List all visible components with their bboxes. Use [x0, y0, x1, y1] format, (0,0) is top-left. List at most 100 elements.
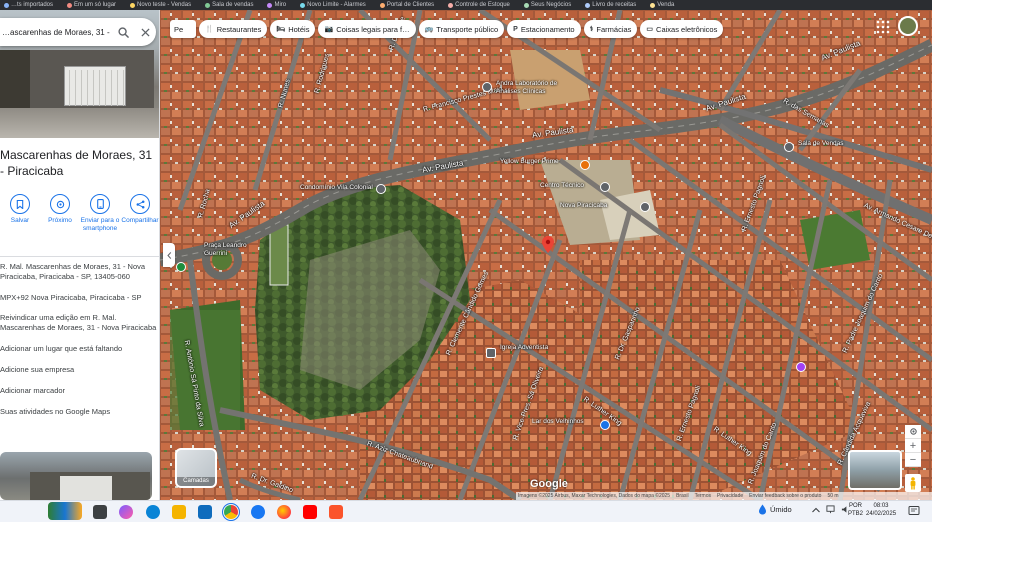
chip-label: Restaurantes — [216, 24, 262, 34]
poi-label[interactable]: Igreja Adventista — [500, 344, 580, 352]
bookmark-item[interactable]: Livro de receitas — [585, 2, 636, 8]
collapse-panel-button[interactable] — [163, 243, 175, 267]
send-to-phone-button[interactable]: Enviar para o smartphone — [80, 194, 120, 250]
poi-label[interactable]: Yellow Burger Prime — [500, 158, 580, 166]
street-view-thumbnail[interactable] — [848, 450, 902, 490]
edge-icon[interactable] — [146, 505, 160, 519]
notifications-icon[interactable] — [908, 505, 920, 517]
poi-marker[interactable] — [796, 362, 806, 372]
layers-button[interactable]: Camadas — [175, 448, 217, 488]
park-icon[interactable] — [176, 262, 186, 272]
bookmark-item[interactable]: Portal de Clientes — [379, 2, 434, 8]
bookmark-favicon-icon — [585, 2, 591, 8]
poi-marker[interactable] — [482, 82, 492, 92]
pegman-icon[interactable] — [905, 474, 921, 492]
add-label-link[interactable]: Adicionar marcador — [0, 386, 158, 396]
bookmark-label: Miro — [274, 2, 287, 8]
attribution-item: Brasil — [676, 493, 689, 499]
poi-label[interactable]: Centro Técnico — [540, 182, 600, 190]
network-icon[interactable] — [826, 505, 835, 514]
bookmark-favicon-icon — [650, 2, 656, 8]
clock-date: 24/02/2025 — [866, 511, 897, 517]
facebook-icon[interactable] — [251, 505, 265, 519]
chip-parking[interactable]: P Estacionamento — [507, 20, 581, 38]
save-button[interactable]: Salvar — [0, 194, 40, 250]
task-view-icon[interactable] — [93, 505, 107, 519]
youtube-icon[interactable] — [303, 505, 317, 519]
bookmark-item[interactable]: Venda — [650, 2, 674, 8]
brave-icon[interactable] — [329, 505, 343, 519]
maps-activity-link[interactable]: Suas atividades no Google Maps — [0, 407, 158, 417]
outlook-icon[interactable] — [198, 505, 212, 519]
poi-label[interactable]: Condomínio Vila Colonial — [300, 184, 376, 192]
bookmark-item[interactable]: Controle de Estoque — [448, 2, 510, 8]
church-icon[interactable] — [486, 348, 496, 358]
bookmark-item[interactable]: Miro — [267, 2, 286, 8]
locate-me-icon[interactable] — [905, 425, 921, 439]
zoom-out-button[interactable]: − — [905, 453, 921, 467]
attribution-item[interactable]: 50 m — [827, 493, 838, 499]
attribution-item[interactable]: Enviar feedback sobre o produto — [749, 493, 821, 499]
apps-grid-icon[interactable] — [876, 20, 890, 34]
restaurant-icon[interactable] — [580, 160, 590, 170]
chip-restaurant[interactable]: 🍴 Restaurantes — [199, 20, 268, 38]
chrome-icon[interactable] — [222, 503, 240, 521]
bookmark-item[interactable]: Novo Limite - Alarmes — [300, 2, 366, 8]
chip-label: Transporte público — [436, 24, 499, 34]
bookmark-favicon-icon — [448, 2, 454, 8]
address-line[interactable]: R. Mal. Mascarenhas de Moraes, 31 - Nova… — [0, 262, 158, 282]
add-business-link[interactable]: Adicione sua empresa — [0, 365, 158, 375]
location-pin-icon[interactable] — [542, 236, 554, 253]
street-photo[interactable] — [0, 452, 152, 500]
bookmark-item[interactable]: …ts importados — [4, 2, 53, 8]
weather-widget[interactable]: Úmido — [758, 504, 792, 515]
chevron-up-icon[interactable] — [812, 507, 820, 513]
bookmark-item[interactable]: Sala de vendas — [205, 2, 253, 8]
bookmark-favicon-icon — [4, 2, 9, 8]
share-button[interactable]: Compartilhar — [120, 194, 159, 250]
poi-label[interactable]: Nova Piracicaba — [560, 202, 640, 210]
bookmark-item[interactable]: Seus Negócios — [523, 2, 571, 8]
search-mode-chip[interactable]: Pe — [170, 20, 196, 38]
close-icon[interactable] — [134, 21, 156, 43]
search-box[interactable]: …ascarenhas de Moraes, 31 - — [0, 18, 156, 46]
poi-marker[interactable] — [784, 142, 794, 152]
pharmacy-icon: ⚕ — [589, 26, 594, 33]
divider — [0, 256, 159, 257]
widget-icon[interactable] — [48, 502, 82, 520]
attribution-item[interactable]: Termos — [695, 493, 711, 499]
poi-marker[interactable] — [600, 182, 610, 192]
firefox-icon[interactable] — [277, 505, 291, 519]
hotel-icon: 🛏 — [276, 26, 286, 33]
clock[interactable]: 08:03 24/02/2025 — [866, 502, 896, 518]
poi-label[interactable]: Sala de Vendas — [798, 140, 868, 148]
bookmark-favicon-icon — [379, 2, 385, 8]
chip-atm[interactable]: ▭ Caixas eletrônicos — [640, 20, 724, 38]
copilot-icon[interactable] — [119, 505, 133, 519]
chip-hotel[interactable]: 🛏 Hotéis — [270, 20, 316, 38]
suggest-edit-link[interactable]: Reivindicar uma edição em R. Mal. Mascar… — [0, 313, 158, 333]
chip-bus[interactable]: 🚌 Transporte público — [418, 20, 505, 38]
poi-label[interactable]: Lar dos Velhinhos — [532, 418, 602, 426]
bookmark-item[interactable]: Em um só lugar — [67, 2, 116, 8]
bookmark-item[interactable]: Novo teste - Vendas — [130, 2, 191, 8]
nearby-button[interactable]: Próximo — [40, 194, 80, 250]
poi-label[interactable]: Andra Laboratório de Análises Clínicas — [496, 80, 566, 96]
chip-label: Farmácias — [596, 24, 632, 34]
chip-camera[interactable]: 📷 Coisas legais para f… — [318, 20, 416, 38]
search-icon[interactable] — [112, 21, 134, 43]
attribution-item[interactable]: Privacidade — [717, 493, 743, 499]
search-input[interactable]: …ascarenhas de Moraes, 31 - — [0, 28, 112, 37]
poi-marker[interactable] — [376, 184, 386, 194]
poi-marker[interactable] — [640, 202, 650, 212]
zoom-in-button[interactable]: + — [905, 439, 921, 453]
file-explorer-icon[interactable] — [172, 505, 186, 519]
chip-label: Caixas eletrônicos — [656, 24, 718, 34]
satellite-map[interactable]: Av. Paulista Av. Paulista Av. Paulista A… — [160, 10, 932, 500]
add-missing-place-link[interactable]: Adicionar um lugar que está faltando — [0, 344, 158, 354]
chip-pharmacy[interactable]: ⚕ Farmácias — [583, 20, 638, 38]
plus-code-line[interactable]: MPX+92 Nova Piracicaba, Piracicaba - SP — [0, 293, 158, 303]
language-indicator[interactable]: POR PTB2 — [848, 502, 863, 518]
avatar[interactable] — [898, 16, 918, 36]
place-panel: …ascarenhas de Moraes, 31 - Mascarenhas … — [0, 10, 160, 500]
